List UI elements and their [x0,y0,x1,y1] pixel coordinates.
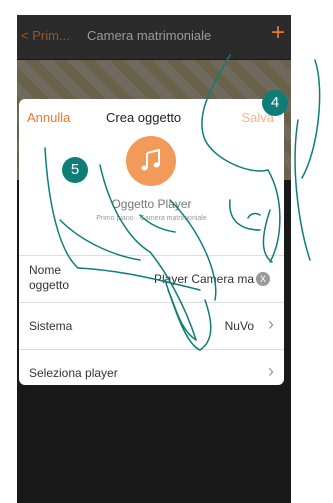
system-label: Sistema [29,319,73,333]
add-icon[interactable]: + [271,21,285,45]
select-player-row[interactable]: Seleziona player › [19,349,284,385]
system-row[interactable]: Sistema NuVo › [19,302,284,349]
player-object-icon[interactable] [126,136,176,186]
music-note-icon [141,149,160,171]
page-title: Camera matrimoniale [87,28,212,43]
dialog-header: Annulla Crea oggetto Salva [19,99,284,131]
chevron-right-icon: › [268,314,274,334]
name-label: Nome oggetto [29,263,70,292]
select-player-label: Seleziona player [29,366,118,380]
create-object-dialog: Annulla Crea oggetto Salva Oggetto Playe… [19,99,284,385]
step-badge-4: 4 [262,90,288,116]
object-name: Oggetto Player [111,197,192,211]
system-value: NuVo [224,319,254,333]
chevron-right-icon: › [268,361,274,381]
step-badge-5: 5 [62,157,88,183]
name-row[interactable]: Nome oggetto Player Camera ma X [19,255,284,302]
cancel-button[interactable]: Annulla [27,110,70,125]
phone-screen: < Prim... Camera matrimoniale + Annulla … [17,15,291,503]
clear-icon[interactable]: X [256,272,270,286]
object-location: Primo piano · Camera matrimoniale [96,215,207,222]
back-button[interactable]: < Prim... [21,28,70,43]
name-field[interactable]: Player Camera ma [154,272,254,286]
dialog-title: Crea oggetto [106,110,182,125]
top-bar: < Prim... Camera matrimoniale + [17,15,291,59]
